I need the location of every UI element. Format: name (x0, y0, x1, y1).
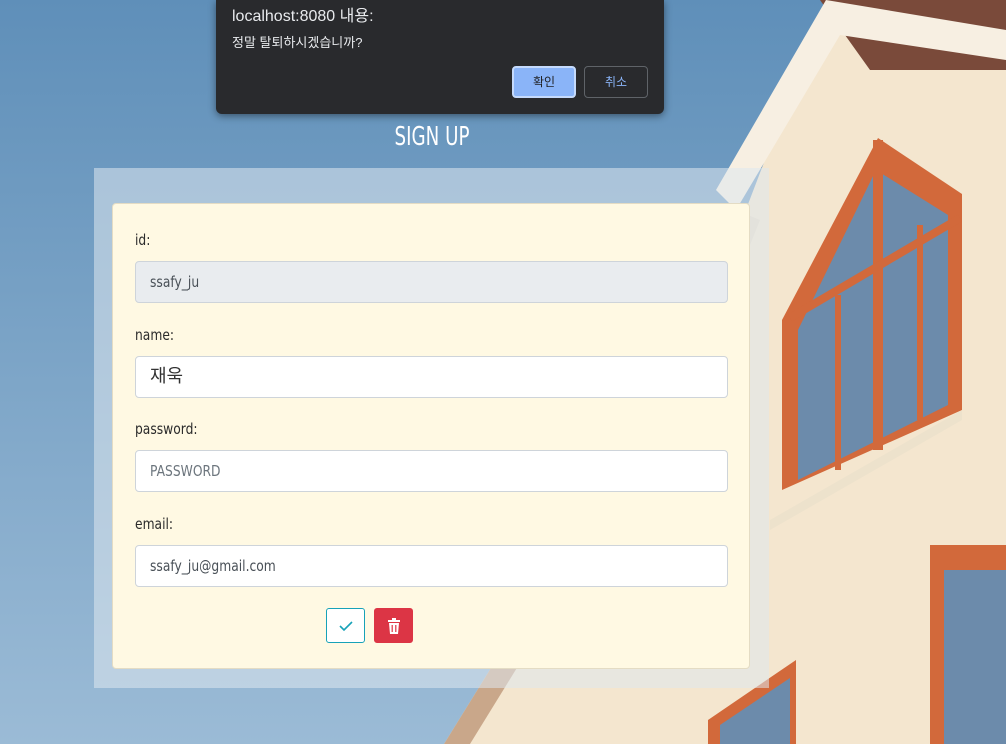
signup-card: id: ssafy_ju name: 재욱 password: PASSWORD… (112, 203, 750, 669)
id-value: ssafy_ju (150, 273, 200, 291)
confirm-button[interactable] (326, 608, 365, 643)
dialog-cancel-button[interactable]: 취소 (584, 66, 648, 98)
dialog-title: localhost:8080 내용: (232, 8, 374, 25)
password-label: password: (135, 420, 198, 438)
name-label: name: (135, 326, 175, 344)
name-field[interactable]: 재욱 (135, 356, 728, 398)
id-label: id: (135, 231, 151, 249)
delete-account-button[interactable] (374, 608, 413, 643)
id-field: ssafy_ju (135, 261, 728, 303)
confirm-dialog: localhost:8080 내용: 정말 탈퇴하시겠습니까? 확인 취소 (216, 0, 664, 114)
email-label: email: (135, 515, 174, 533)
dialog-ok-button[interactable]: 확인 (512, 66, 576, 98)
check-icon (338, 620, 353, 631)
dialog-message: 정말 탈퇴하시겠습니까? (232, 35, 363, 50)
page-title: SIGN UP (394, 122, 470, 152)
trash-icon (387, 617, 400, 634)
password-placeholder: PASSWORD (150, 462, 221, 480)
email-field[interactable]: ssafy_ju@gmail.com (135, 545, 728, 587)
email-value: ssafy_ju@gmail.com (150, 557, 276, 575)
name-value: 재욱 (150, 366, 184, 387)
password-field[interactable]: PASSWORD (135, 450, 728, 492)
